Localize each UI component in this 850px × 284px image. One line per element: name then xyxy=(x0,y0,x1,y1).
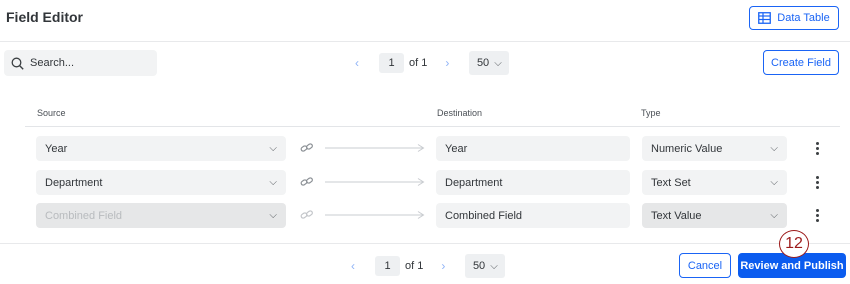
footer-divider xyxy=(0,243,850,244)
next-page-button[interactable]: › xyxy=(439,56,455,70)
page-number-input[interactable]: 1 xyxy=(375,256,400,276)
page-number-input[interactable]: 1 xyxy=(379,53,404,73)
search-input[interactable] xyxy=(30,57,150,69)
chevron-down-icon: ⌵ xyxy=(494,57,502,69)
cancel-button[interactable]: Cancel xyxy=(679,253,731,278)
header-divider xyxy=(0,41,850,42)
table-header-divider xyxy=(25,126,840,127)
data-table-label: Data Table xyxy=(777,12,830,24)
per-page-select[interactable]: 50 ⌵ xyxy=(469,51,510,75)
chevron-down-icon: ⌵ xyxy=(490,260,498,272)
link-icon xyxy=(300,210,313,219)
type-select-numeric[interactable]: Numeric Value ⌵ xyxy=(642,136,787,161)
per-page-value: 50 xyxy=(472,260,486,272)
source-value: Department xyxy=(45,176,103,189)
source-select-department[interactable]: Department ⌵ xyxy=(36,170,286,195)
search-icon xyxy=(11,57,24,70)
row-menu-icon[interactable] xyxy=(815,142,819,155)
type-select-text-set[interactable]: Text Set ⌵ xyxy=(642,170,787,195)
source-select-year[interactable]: Year ⌵ xyxy=(36,136,286,161)
type-value: Text Set xyxy=(651,176,691,189)
source-value: Combined Field xyxy=(45,209,123,222)
destination-field-year[interactable]: Year xyxy=(436,136,630,161)
chevron-down-icon: ⌵ xyxy=(269,143,277,154)
step-number-badge: 12 xyxy=(779,230,809,258)
top-pagination: ‹ 1 of 1 › 50 ⌵ xyxy=(349,51,510,75)
link-icon xyxy=(300,143,313,152)
destination-value: Combined Field xyxy=(445,209,523,222)
create-field-button[interactable]: Create Field xyxy=(763,50,839,75)
bottom-pagination: ‹ 1 of 1 › 50 ⌵ xyxy=(345,254,506,278)
column-header-type: Type xyxy=(641,108,661,118)
destination-value: Year xyxy=(445,142,468,155)
type-value: Numeric Value xyxy=(651,142,723,155)
column-header-source: Source xyxy=(37,108,66,118)
prev-page-button[interactable]: ‹ xyxy=(349,56,365,70)
page-count: of 1 xyxy=(405,260,424,272)
chevron-down-icon: ⌵ xyxy=(770,177,778,188)
chevron-down-icon: ⌵ xyxy=(770,143,778,154)
mapping-arrow xyxy=(325,211,425,219)
mapping-arrow xyxy=(325,178,425,186)
destination-field-combined[interactable]: Combined Field xyxy=(436,203,630,228)
per-page-select[interactable]: 50 ⌵ xyxy=(465,254,506,278)
destination-value: Department xyxy=(445,176,503,189)
type-value: Text Value xyxy=(651,209,702,222)
destination-field-department[interactable]: Department xyxy=(436,170,630,195)
mapping-arrow xyxy=(325,144,425,152)
source-select-combined[interactable]: Combined Field ⌵ xyxy=(36,203,286,228)
per-page-value: 50 xyxy=(476,57,490,69)
chevron-down-icon: ⌵ xyxy=(770,210,778,221)
type-select-text-value[interactable]: Text Value ⌵ xyxy=(642,203,787,228)
search-box[interactable] xyxy=(4,50,157,76)
table-icon xyxy=(758,12,772,24)
chevron-down-icon: ⌵ xyxy=(269,210,277,221)
prev-page-button[interactable]: ‹ xyxy=(345,259,361,273)
row-menu-icon[interactable] xyxy=(815,209,819,222)
source-value: Year xyxy=(45,142,68,155)
row-menu-icon[interactable] xyxy=(815,176,819,189)
chevron-down-icon: ⌵ xyxy=(269,177,277,188)
column-header-destination: Destination xyxy=(437,108,483,118)
page-count: of 1 xyxy=(409,57,428,69)
link-icon xyxy=(300,177,313,186)
data-table-button[interactable]: Data Table xyxy=(749,6,839,30)
next-page-button[interactable]: › xyxy=(435,259,451,273)
page-title: Field Editor xyxy=(6,9,83,25)
